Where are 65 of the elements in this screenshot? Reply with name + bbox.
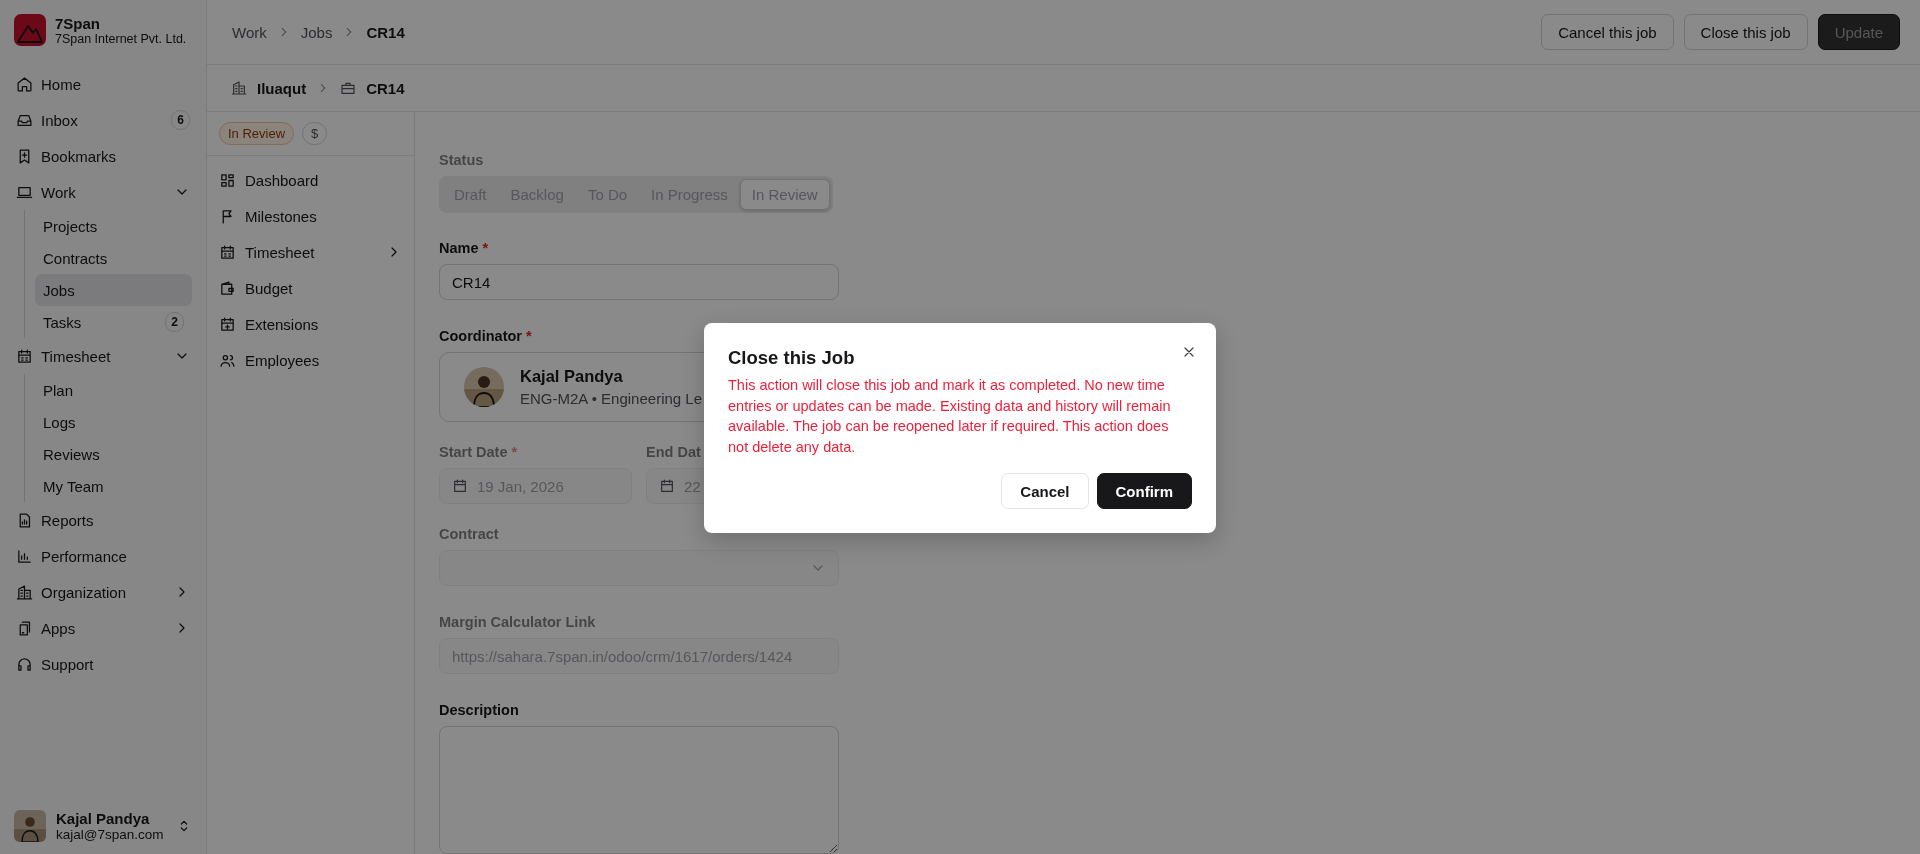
breadcrumb-link[interactable]: Jobs: [300, 23, 333, 41]
confirm-button[interactable]: Confirm: [1096, 473, 1192, 509]
sidebar-item[interactable]: Reports: [14, 502, 192, 538]
calendar-icon: [659, 478, 675, 494]
job-nav-item[interactable]: Milestones: [219, 198, 402, 234]
cancel-button[interactable]: Cancel: [1001, 473, 1089, 509]
sidebar-item[interactable]: Work: [14, 174, 192, 210]
breadcrumb-link[interactable]: CR14: [366, 23, 405, 41]
company-name: 7Span Internet Pvt. Ltd.: [55, 31, 187, 46]
field-label: Name *: [439, 240, 489, 256]
path-link[interactable]: Iluaqut: [257, 79, 307, 97]
sidebar-item[interactable]: Timesheet: [14, 338, 192, 374]
logo-icon: [14, 14, 46, 46]
coordinator-name: Kajal Pandya: [520, 367, 624, 386]
sidebar-subitem[interactable]: My Team: [35, 470, 192, 502]
building-icon: [231, 80, 247, 96]
sidebar-item[interactable]: Support: [14, 646, 192, 682]
sidebar-item[interactable]: Home: [14, 66, 192, 102]
nav-icon: [219, 315, 236, 333]
sidebar-subitem[interactable]: Tasks 2: [35, 306, 192, 338]
nav-icon: [219, 279, 236, 297]
job-nav-item[interactable]: Timesheet: [219, 234, 402, 270]
field-label: Margin Calculator Link: [439, 614, 596, 630]
field-label: Description: [439, 702, 519, 718]
field-label: Status: [439, 152, 484, 168]
coordinator-detail: ENG-M2A • Engineering Le: [520, 390, 702, 407]
job-nav-item[interactable]: Employees: [219, 342, 402, 378]
name-field[interactable]: CR14: [439, 264, 839, 300]
description-field[interactable]: [439, 726, 839, 854]
nav-icon: [16, 655, 33, 673]
nav-icon: [16, 75, 33, 93]
nav-icon: [16, 547, 33, 565]
sidebar-item[interactable]: Organization: [14, 574, 192, 610]
calendar-icon: [452, 478, 468, 494]
nav-icon: [219, 243, 236, 261]
sidebar-subitem[interactable]: Reviews: [35, 438, 192, 470]
nav-icon: [219, 171, 236, 189]
job-nav-item[interactable]: Extensions: [219, 306, 402, 342]
job-nav-item[interactable]: Dashboard: [219, 162, 402, 198]
job-nav-item[interactable]: Budget: [219, 270, 402, 306]
breadcrumb-link[interactable]: Work: [232, 23, 267, 41]
sidebar-subitem[interactable]: Contracts: [35, 242, 192, 274]
path-link[interactable]: CR14: [366, 79, 405, 97]
nav-icon: [16, 347, 33, 365]
action-button[interactable]: Close this job: [1683, 14, 1808, 50]
sidebar-subitem[interactable]: Plan: [35, 374, 192, 406]
sidebar-subitem[interactable]: Jobs: [35, 274, 192, 306]
sidebar-item[interactable]: Inbox 6: [14, 102, 192, 138]
field-label: Start Date *: [439, 444, 518, 460]
sidebar-item[interactable]: Bookmarks: [14, 138, 192, 174]
count-badge: 6: [171, 110, 190, 130]
count-badge: 2: [165, 312, 184, 332]
action-button[interactable]: Cancel this job: [1541, 14, 1674, 50]
sidebar-subitem[interactable]: Logs: [35, 406, 192, 438]
briefcase-icon: [340, 80, 357, 96]
field-label: End Dat: [646, 444, 701, 460]
field-label: Coordinator *: [439, 328, 532, 344]
nav-icon: [16, 583, 33, 601]
sidebar-item[interactable]: Performance: [14, 538, 192, 574]
sidebar-subitem[interactable]: Projects: [35, 210, 192, 242]
user-menu[interactable]: Kajal Pandya kajal@7span.com: [14, 810, 192, 842]
status-badge: In Review: [219, 122, 295, 145]
sidebar-item[interactable]: Apps: [14, 610, 192, 646]
field-label: Contract: [439, 526, 499, 542]
brand-name: 7Span: [55, 14, 101, 32]
